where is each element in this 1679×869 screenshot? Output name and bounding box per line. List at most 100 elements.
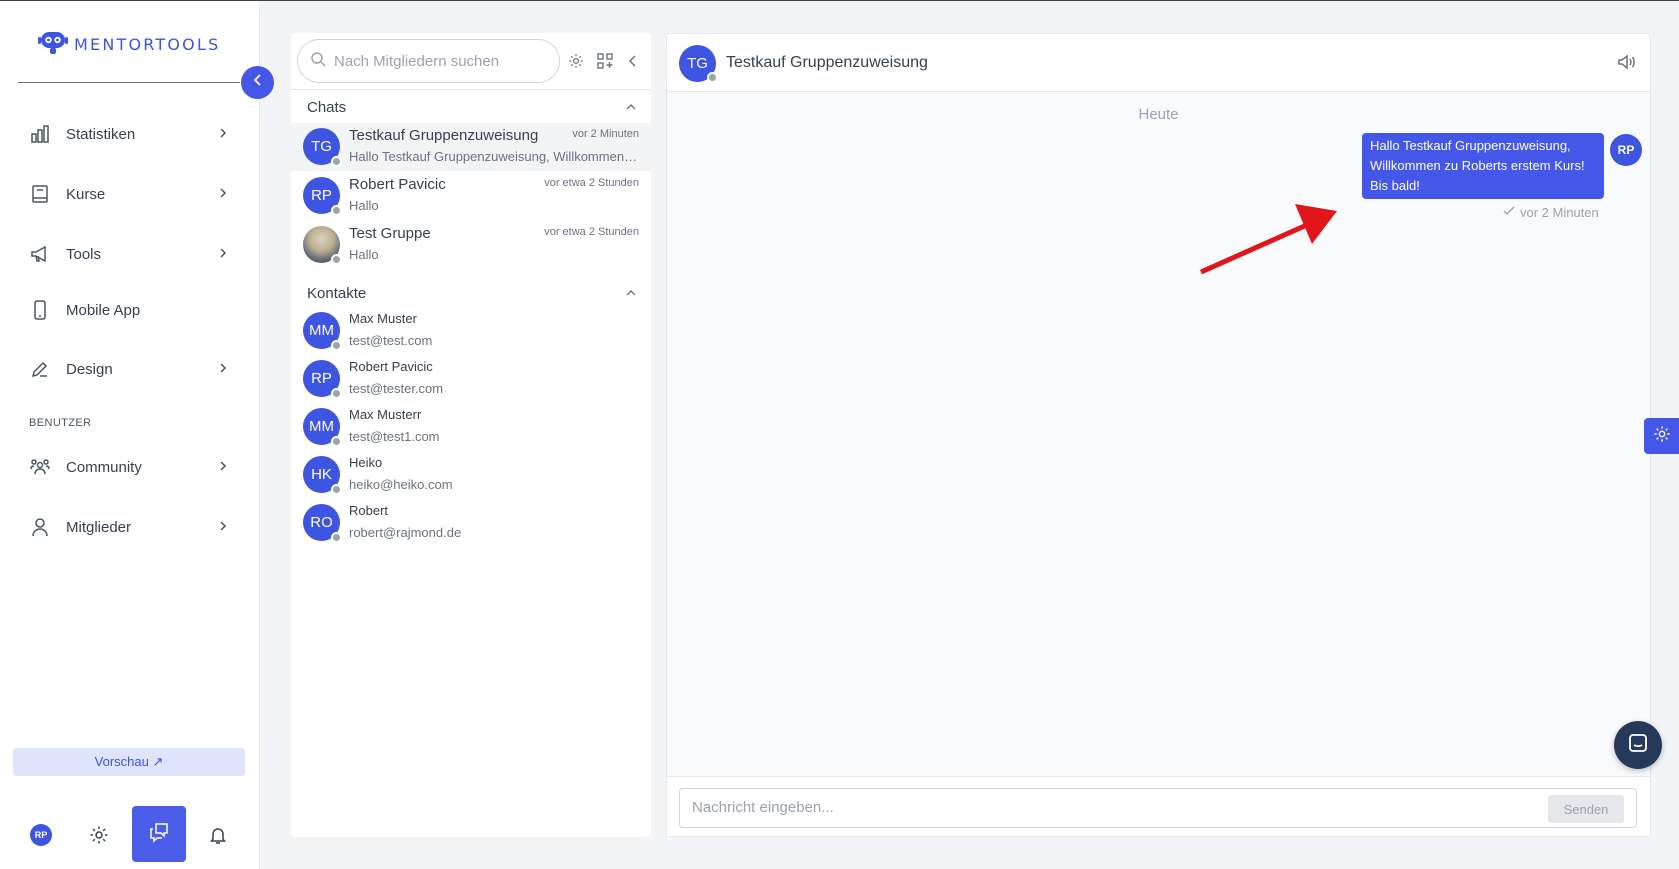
message-line: Bis bald! [1370, 178, 1420, 193]
sidebar-item-label: Mobile App [66, 301, 141, 319]
status-dot [331, 532, 342, 543]
logo-divider [18, 82, 240, 83]
status-dot [331, 254, 342, 265]
phone-icon [28, 298, 52, 322]
book-icon [28, 182, 52, 206]
contact-row[interactable]: MM Max Musterr test@test1.com [291, 403, 651, 451]
contact-email: test@test.com [349, 333, 433, 348]
chats-section-header[interactable]: Chats [307, 96, 637, 118]
contact-name: Heiko [349, 455, 383, 470]
send-button[interactable]: Senden [1548, 795, 1624, 823]
logo[interactable]: MENTORTOOLS [38, 28, 220, 61]
chevron-right-icon [218, 126, 228, 143]
contact-row[interactable]: HK Heiko heiko@heiko.com [291, 451, 651, 499]
message-line: Hallo Testkauf Gruppenzuweisung, [1370, 138, 1571, 153]
list-divider [291, 89, 651, 90]
chat-title: Testkauf Gruppenzuweisung [726, 54, 928, 71]
status-dot [331, 156, 342, 167]
search-icon [310, 51, 326, 72]
contact-email: test@tester.com [349, 381, 444, 396]
chat-window: TG Testkauf Gruppenzuweisung Heute Hallo… [666, 33, 1651, 837]
chevron-left-icon [252, 73, 264, 92]
sidebar-bottom-bar: RP [0, 806, 260, 862]
gear-icon [1653, 425, 1671, 448]
chat-row[interactable]: RP Robert Pavicic Hallo vor etwa 2 Stund… [291, 172, 651, 220]
contact-row[interactable]: RP Robert Pavicic test@tester.com [291, 355, 651, 403]
contact-name: Max Muster [349, 311, 417, 326]
chevron-right-icon [218, 246, 228, 263]
message-composer: Senden [667, 776, 1650, 836]
sidebar-item-label: Mitglieder [66, 518, 132, 536]
chat-preview: Hallo Testkauf Gruppenzuweisung, Willkom… [349, 149, 639, 164]
status-dot [331, 205, 342, 216]
chevron-right-icon [218, 186, 228, 203]
chat-time: vor etwa 2 Stunden [544, 177, 639, 189]
sidebar-item-label: Tools [66, 245, 102, 263]
sidebar-item-mitglieder[interactable]: Mitglieder [28, 512, 228, 542]
contacts-label: Kontakte [307, 284, 367, 302]
sidebar-item-label: Statistiken [66, 125, 136, 143]
message-time-text: vor 2 Minuten [1520, 205, 1599, 220]
chat-name: Robert Pavicic [349, 176, 446, 193]
status-dot [331, 340, 342, 351]
collapse-list-icon[interactable] [623, 51, 643, 71]
speaker-icon[interactable] [1616, 52, 1636, 77]
sidebar-item-community[interactable]: Community [28, 452, 228, 482]
message-input[interactable] [692, 799, 1492, 816]
sidebar-item-statistiken[interactable]: Statistiken [28, 119, 228, 149]
chevron-right-icon [218, 459, 228, 476]
sidebar-item-mobile-app[interactable]: Mobile App [28, 295, 228, 325]
settings-tab-button[interactable] [1644, 418, 1679, 454]
search-box[interactable] [297, 39, 560, 83]
bell-icon[interactable] [205, 822, 231, 848]
sender-avatar: RP [1610, 134, 1642, 166]
message-bubble[interactable]: Hallo Testkauf Gruppenzuweisung, Willkom… [1362, 133, 1604, 199]
chat-row[interactable]: Test Gruppe Hallo vor etwa 2 Stunden [291, 221, 651, 269]
robot-logo-icon [38, 28, 68, 61]
settings-icon[interactable] [566, 51, 586, 71]
chevron-right-icon [218, 519, 228, 536]
message-timestamp: vor 2 Minuten [1502, 205, 1599, 220]
check-icon [1502, 205, 1520, 220]
chat-time: vor 2 Minuten [572, 128, 639, 140]
logo-text: MENTORTOOLS [74, 35, 221, 54]
contact-email: heiko@heiko.com [349, 477, 453, 492]
grid-add-icon[interactable] [595, 51, 615, 71]
chat-widget-icon [1627, 732, 1649, 759]
chat-preview: Hallo [349, 198, 379, 213]
contact-row[interactable]: RO Robert robert@rajmond.de [291, 499, 651, 547]
gear-icon[interactable] [86, 822, 112, 848]
chat-header: TG Testkauf Gruppenzuweisung [667, 34, 1650, 92]
sidebar-item-label: Design [66, 360, 113, 378]
chat-list-panel: Chats TG Testkauf Gruppenzuweisung Hallo… [291, 33, 651, 837]
contacts-section-header[interactable]: Kontakte [307, 282, 637, 304]
sidebar: MENTORTOOLS Statistiken Kurse Tools Mobi… [0, 1, 260, 869]
message-line: Willkommen zu Roberts erstem Kurs! [1370, 158, 1585, 173]
users-icon [28, 455, 52, 479]
edit-icon [28, 357, 52, 381]
support-chat-button[interactable] [1614, 721, 1662, 769]
section-label-benutzer: BENUTZER [29, 417, 92, 429]
contact-email: test@test1.com [349, 429, 440, 444]
sidebar-item-kurse[interactable]: Kurse [28, 179, 228, 209]
sidebar-item-design[interactable]: Design [28, 354, 228, 384]
chat-name: Testkauf Gruppenzuweisung [349, 127, 539, 144]
chats-label: Chats [307, 98, 347, 116]
status-dot [331, 388, 342, 399]
chat-row[interactable]: TG Testkauf Gruppenzuweisung Hallo Testk… [291, 123, 651, 171]
contact-row[interactable]: MM Max Muster test@test.com [291, 307, 651, 355]
sidebar-collapse-button[interactable] [241, 66, 274, 99]
contact-name: Max Musterr [349, 407, 422, 422]
sidebar-item-tools[interactable]: Tools [28, 239, 228, 269]
chevron-up-icon [625, 285, 637, 302]
preview-button[interactable]: Vorschau ↗ [13, 748, 245, 776]
search-input[interactable] [334, 52, 534, 70]
user-icon [28, 515, 52, 539]
day-separator: Heute [1138, 106, 1179, 123]
sidebar-item-label: Community [66, 458, 142, 476]
composer-box: Senden [679, 788, 1637, 828]
chat-time: vor etwa 2 Stunden [544, 226, 639, 238]
status-dot [331, 484, 342, 495]
chat-nav-button[interactable] [132, 806, 186, 862]
user-avatar[interactable]: RP [30, 824, 52, 846]
